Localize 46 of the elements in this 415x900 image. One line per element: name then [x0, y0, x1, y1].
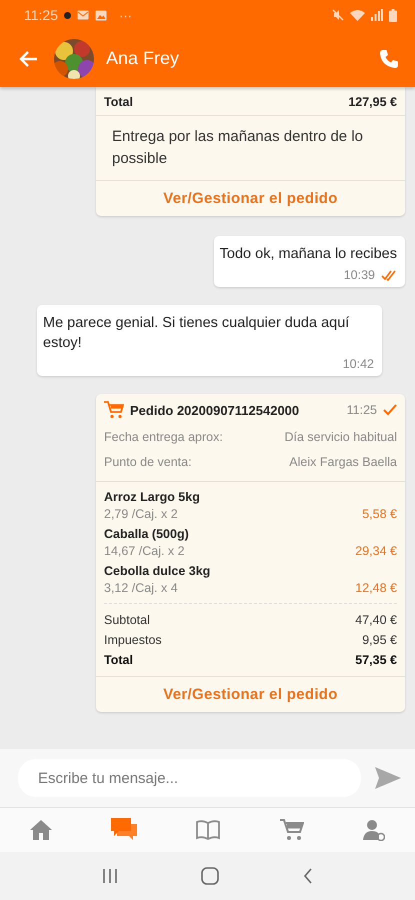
battery-icon	[389, 8, 397, 22]
bars-icon	[102, 869, 118, 884]
message-text: Me parece genial. Si tienes cualquier duda aquí estoy!	[43, 314, 350, 353]
summary-value: 47,40 €	[355, 612, 397, 629]
contact-name: Ana Frey	[106, 48, 180, 69]
product-name: Cebolla dulce 3kg	[104, 564, 212, 578]
mute-icon	[332, 9, 344, 21]
product-name: Caballa (500g)	[104, 527, 190, 541]
send-button[interactable]	[373, 765, 403, 792]
cart-icon	[104, 401, 124, 419]
signal-icon	[371, 9, 383, 21]
unit-price: 2,79 /Caj. x 2	[104, 507, 178, 521]
info-value: Día servicio habitual	[284, 429, 397, 446]
rounded-square-icon	[201, 867, 220, 886]
product-name: Arroz Largo 5kg	[104, 490, 201, 504]
info-label: Punto de venta:	[104, 454, 192, 471]
status-time: 11:25	[24, 7, 58, 23]
message-field[interactable]: Escribe tu mensaje...	[18, 759, 361, 798]
order-note: Entrega por las mañanas dentro de lo possible	[96, 116, 405, 181]
summary-label: Total	[104, 652, 133, 669]
message-time: 10:39	[344, 268, 375, 282]
unit-price: 3,12 /Caj. x 4	[104, 581, 178, 595]
more-notifications: ···	[119, 8, 132, 22]
summary-label: Impuestos	[104, 632, 162, 649]
wifi-icon	[350, 9, 365, 21]
chevron-icon	[303, 868, 314, 884]
info-value: Aleix Fargas Baella	[289, 454, 397, 471]
summary-value: 9,95 €	[362, 632, 397, 649]
manage-order-button[interactable]: Ver/Gestionar el pedido	[96, 677, 405, 712]
line-price: 5,58 €	[362, 507, 397, 521]
total-value: 127,95 €	[348, 95, 397, 109]
line-price: 29,34 €	[355, 544, 397, 558]
order-title: Pedido 20200907112542000	[130, 402, 300, 418]
summary-value: 57,35 €	[355, 652, 397, 669]
message-text: Todo ok, mañana lo recibes	[220, 245, 397, 264]
total-label: Total	[104, 95, 133, 109]
manage-order-button[interactable]: Ver/Gestionar el pedido	[96, 181, 405, 216]
info-label: Fecha entrega aprox:	[104, 429, 223, 446]
image-icon	[95, 10, 107, 20]
message-time: 11:25	[346, 403, 377, 417]
notification-dot-icon	[64, 12, 71, 18]
line-price: 12,48 €	[355, 581, 397, 595]
summary-label: Subtotal	[104, 612, 150, 629]
unit-price: 14,67 /Caj. x 2	[104, 544, 185, 558]
message-time: 10:42	[342, 357, 374, 371]
mail-icon	[77, 10, 89, 20]
